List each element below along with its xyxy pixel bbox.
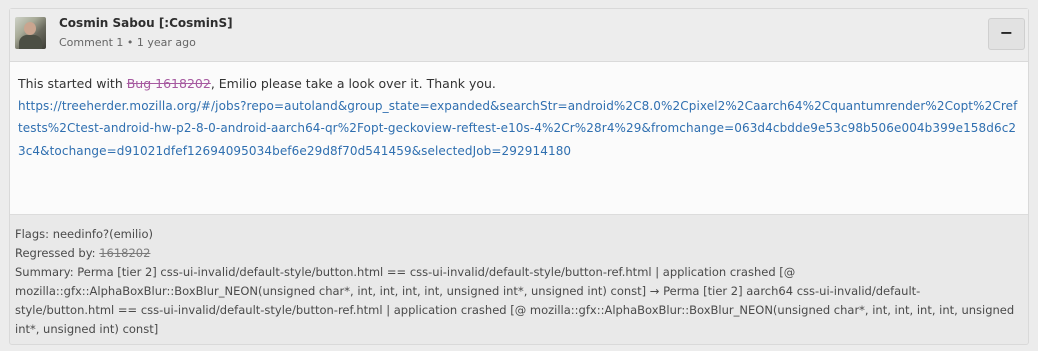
summary-row: Summary: Perma [tier 2] css-ui-invalid/d… xyxy=(15,263,1015,339)
avatar-head-shape xyxy=(24,22,36,35)
comment-text-suffix: , Emilio please take a look over it. Tha… xyxy=(210,76,496,91)
treeherder-url-link[interactable]: https://treeherder.mozilla.org/#/jobs?re… xyxy=(18,99,1017,158)
comment-header: Cosmin Sabou [:CosminS] Comment 1 • 1 ye… xyxy=(10,9,1028,62)
avatar[interactable] xyxy=(15,17,46,49)
bug-link[interactable]: Bug 1618202 xyxy=(127,76,211,91)
author-name[interactable]: Cosmin Sabou [:CosminS] xyxy=(59,16,233,30)
flags-value: needinfo?(emilio) xyxy=(52,227,153,241)
comment-time[interactable]: 1 year ago xyxy=(137,36,196,49)
regressed-by-row: Regressed by: 1618202 xyxy=(15,244,1015,263)
regressed-by-link[interactable]: 1618202 xyxy=(99,246,150,260)
flags-label: Flags: xyxy=(15,227,50,241)
summary-label: Summary: xyxy=(15,265,74,279)
treeherder-url-block: https://treeherder.mozilla.org/#/jobs?re… xyxy=(18,95,1020,163)
summary-value: Perma [tier 2] css-ui-invalid/default-st… xyxy=(15,265,1015,336)
meta-separator: • xyxy=(126,36,134,49)
bug-change-footer: Flags: needinfo?(emilio) Regressed by: 1… xyxy=(15,225,1015,339)
collapse-button[interactable]: − xyxy=(988,18,1025,50)
comment-first-line: This started with Bug 1618202, Emilio pl… xyxy=(18,73,1020,95)
comment-text-prefix: This started with xyxy=(18,76,127,91)
comment-body: This started with Bug 1618202, Emilio pl… xyxy=(10,62,1028,215)
comment-card: Cosmin Sabou [:CosminS] Comment 1 • 1 ye… xyxy=(9,8,1029,345)
comment-meta: Comment 1 • 1 year ago xyxy=(59,36,196,49)
regressed-by-label: Regressed by: xyxy=(15,246,96,260)
flags-row: Flags: needinfo?(emilio) xyxy=(15,225,1015,244)
comment-number-link[interactable]: Comment 1 xyxy=(59,36,123,49)
avatar-body-shape xyxy=(19,35,42,49)
